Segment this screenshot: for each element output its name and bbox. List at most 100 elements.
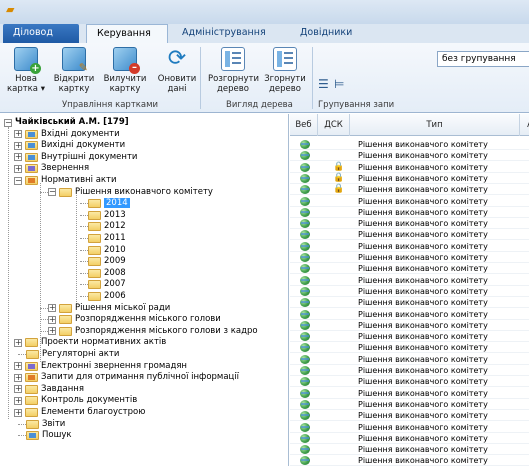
tree-node[interactable]: 2014 <box>88 198 130 209</box>
table-row[interactable]: 🔒 Рішення виконавчого комітету <box>290 162 529 173</box>
tree-node[interactable]: Звіти <box>26 419 65 430</box>
tree-node[interactable]: − Рішення виконавчого комітету <box>48 187 213 198</box>
tree-node[interactable]: + Внутрішні документи <box>14 152 137 163</box>
tree-list-icon[interactable]: ⊨ <box>334 77 344 91</box>
expand-icon[interactable]: + <box>14 385 22 394</box>
expand-icon[interactable]: + <box>14 396 22 405</box>
tree-node[interactable]: + Електронні звернення громадян <box>14 361 187 372</box>
tree-node-label: Нормативні акти <box>41 175 117 185</box>
column-header-web[interactable]: Веб <box>290 114 318 136</box>
table-row[interactable]: 🔒 Рішення виконавчого комітету <box>290 184 529 196</box>
tree-node-label: 2012 <box>104 221 126 232</box>
table-row[interactable]: Рішення виконавчого комітету <box>290 297 529 309</box>
table-row[interactable]: Рішення виконавчого комітету <box>290 320 529 331</box>
table-row[interactable]: Рішення виконавчого комітету <box>290 218 529 230</box>
table-row[interactable]: Рішення виконавчого комітету <box>290 410 529 422</box>
table-row[interactable]: Рішення виконавчого комітету <box>290 376 529 388</box>
table-row[interactable]: Рішення виконавчого комітету <box>290 275 529 286</box>
tree-root[interactable]: − Чайківський А.М. [179] <box>4 117 129 128</box>
tree-node[interactable]: 2010 <box>88 245 126 256</box>
table-row[interactable]: Рішення виконавчого комітету <box>290 309 529 320</box>
expand-icon[interactable]: + <box>14 164 22 173</box>
folder-icon <box>26 350 39 359</box>
tab-dovidnyky[interactable]: Довідники <box>290 24 362 43</box>
tree-node[interactable]: + Елементи благоустрою <box>14 407 145 418</box>
tree-node[interactable]: + Вхідні документи <box>14 129 120 140</box>
expand-icon[interactable]: + <box>14 338 22 347</box>
new-card-button[interactable]: Нова картка ▾ <box>6 47 46 94</box>
tree-node[interactable]: + Звернення <box>14 163 89 174</box>
tree-node[interactable]: 2011 <box>88 233 126 244</box>
expand-icon[interactable]: + <box>48 315 56 324</box>
table-row[interactable]: Рішення виконавчого комітету <box>290 139 529 150</box>
table-row[interactable]: Рішення виконавчого комітету <box>290 263 529 275</box>
expand-icon[interactable]: + <box>14 373 22 382</box>
expand-icon[interactable]: + <box>14 153 22 162</box>
table-row[interactable]: Рішення виконавчого комітету <box>290 252 529 263</box>
tab-administruvannia[interactable]: Адміністрування <box>172 24 276 43</box>
table-row[interactable]: Рішення виконавчого комітету <box>290 354 529 365</box>
table-row[interactable]: Рішення виконавчого комітету <box>290 286 529 297</box>
tree-node[interactable]: 2006 <box>88 291 126 302</box>
tree-node[interactable]: + Розпорядження міського голови з кадро <box>48 326 258 337</box>
tree-node[interactable]: + Проекти нормативних актів <box>14 337 166 348</box>
collapse-icon[interactable]: − <box>14 176 22 185</box>
table-row[interactable]: Рішення виконавчого комітету <box>290 433 529 444</box>
type-cell: Рішення виконавчого комітету <box>358 343 488 353</box>
expand-icon[interactable]: + <box>14 408 22 417</box>
table-row[interactable]: Рішення виконавчого комітету <box>290 207 529 218</box>
tree-connector <box>80 284 88 286</box>
tree-node[interactable]: 2008 <box>88 268 126 279</box>
expand-tree-button[interactable]: Розгорнути дерево <box>208 47 259 94</box>
column-header-type[interactable]: Тип <box>350 114 520 136</box>
collapse-icon[interactable]: − <box>48 188 56 197</box>
grouping-select[interactable]: без групування <box>437 51 529 67</box>
table-row[interactable]: Рішення виконавчого комітету <box>290 241 529 252</box>
folder-icon <box>25 408 38 417</box>
tree-node[interactable]: − Нормативні акти <box>14 175 117 186</box>
tree-node[interactable]: + Рішення міської ради <box>48 303 170 314</box>
collapse-icon[interactable]: − <box>4 118 12 127</box>
tree-node-label: Елементи благоустрою <box>41 407 146 417</box>
refresh-data-button[interactable]: ⟳ Оновити дані <box>156 47 198 95</box>
expand-icon[interactable]: + <box>48 304 56 313</box>
column-header-author[interactable]: А <box>520 114 529 136</box>
table-row[interactable]: Рішення виконавчого комітету <box>290 229 529 241</box>
tree-node[interactable]: Регуляторні акти <box>26 349 119 360</box>
collapse-tree-button[interactable]: Згорнути дерево <box>262 47 308 94</box>
table-row[interactable]: Рішення виконавчого комітету <box>290 196 529 207</box>
tree-node[interactable]: 2009 <box>88 256 126 267</box>
expand-icon[interactable]: + <box>14 130 22 139</box>
expand-icon[interactable]: + <box>14 362 22 371</box>
tree-node[interactable]: 2012 <box>88 221 126 232</box>
tree-node[interactable]: + Запити для отримання публічної інформац… <box>14 372 239 383</box>
tree-node[interactable]: + Вихідні документи <box>14 140 125 151</box>
tree-node[interactable]: 2007 <box>88 279 126 290</box>
table-row[interactable]: Рішення виконавчого комітету <box>290 331 529 343</box>
table-row[interactable]: Рішення виконавчого комітету <box>290 150 529 162</box>
tree-node[interactable]: Пошук <box>26 430 72 441</box>
align-list-icon[interactable]: ☰ <box>318 77 329 91</box>
ribbon-tabs: Діловод Керування Адміністрування Довідн… <box>0 24 529 43</box>
table-row[interactable]: Рішення виконавчого комітету <box>290 399 529 410</box>
tab-dilovod[interactable]: Діловод <box>3 24 79 43</box>
tree-node[interactable]: + Розпорядження міського голови <box>48 314 221 325</box>
delete-card-button[interactable]: Вилучити картку <box>102 47 148 94</box>
table-row[interactable]: Рішення виконавчого комітету <box>290 365 529 376</box>
web-published-icon <box>300 230 310 240</box>
expand-icon[interactable]: + <box>48 327 56 336</box>
tree-node[interactable]: + Завдання <box>14 384 84 395</box>
type-cell: Рішення виконавчого комітету <box>358 151 488 161</box>
open-card-button[interactable]: Відкрити картку <box>52 47 96 94</box>
expand-icon[interactable]: + <box>14 141 22 150</box>
table-row[interactable]: 🔒 Рішення виконавчого комітету <box>290 173 529 184</box>
column-header-dsk[interactable]: ДСК <box>318 114 350 136</box>
tree-node[interactable]: + Контроль документів <box>14 395 137 406</box>
table-row[interactable]: Рішення виконавчого комітету <box>290 455 529 466</box>
table-row[interactable]: Рішення виконавчого комітету <box>290 388 529 399</box>
tree-node[interactable]: 2013 <box>88 210 126 221</box>
table-row[interactable]: Рішення виконавчого комітету <box>290 342 529 354</box>
table-row[interactable]: Рішення виконавчого комітету <box>290 444 529 456</box>
tab-keruvannia[interactable]: Керування <box>86 24 168 43</box>
table-row[interactable]: Рішення виконавчого комітету <box>290 422 529 433</box>
